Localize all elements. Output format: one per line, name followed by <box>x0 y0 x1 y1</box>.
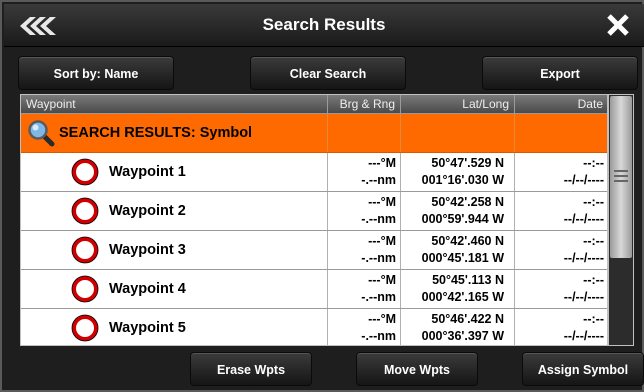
time: --:-- <box>583 273 604 287</box>
date-cell: --:-- --/--/---- <box>514 309 607 345</box>
date: --/--/---- <box>563 329 604 343</box>
date-cell: --:-- --/--/---- <box>514 153 607 191</box>
waypoint-name: Waypoint 2 <box>109 203 186 219</box>
results-table: Waypoint Brg & Rng Lat/Long Date SEARCH … <box>20 94 608 346</box>
date-cell: --:-- --/--/---- <box>514 270 607 308</box>
table-row[interactable]: Waypoint 2 ---°M -.--nm 50°42'.258 N 000°5… <box>21 192 607 231</box>
waypoint-name: Waypoint 3 <box>109 242 186 258</box>
longitude: 001°16'.030 W <box>421 173 504 187</box>
longitude: 000°42'.165 W <box>421 290 504 304</box>
waypoint-cell: Waypoint 2 <box>21 192 327 230</box>
lat-long-cell: 50°45'.113 N 000°42'.165 W <box>400 270 514 308</box>
group-row[interactable]: SEARCH RESULTS: Symbol <box>21 114 607 153</box>
erase-wpts-button[interactable]: Erase Wpts <box>190 352 312 386</box>
longitude: 000°59'.944 W <box>421 212 504 226</box>
lat-long-cell: 50°42'.258 N 000°59'.944 W <box>400 192 514 230</box>
grip-line <box>614 175 628 177</box>
waypoint-cell: Waypoint 5 <box>21 309 327 345</box>
lat-long-cell: 50°46'.422 N 000°36'.397 W <box>400 309 514 345</box>
table-row[interactable]: Waypoint 3 ---°M -.--nm 50°42'.460 N 000°4… <box>21 231 607 270</box>
range: -.--nm <box>361 290 396 304</box>
date-cell: --:-- --/--/---- <box>514 231 607 269</box>
close-icon[interactable] <box>606 13 630 37</box>
clear-search-button[interactable]: Clear Search <box>250 56 406 90</box>
column-lat-long[interactable]: Lat/Long <box>400 95 514 113</box>
bearing: ---°M <box>368 156 396 170</box>
waypoint-name: Waypoint 4 <box>109 281 186 297</box>
table-row[interactable]: Waypoint 1 ---°M -.--nm 50°47'.529 N 001°1… <box>21 153 607 192</box>
lat-long-cell: 50°42'.460 N 000°45'.181 W <box>400 231 514 269</box>
waypoint-name: Waypoint 1 <box>109 164 186 180</box>
longitude: 000°36'.397 W <box>421 329 504 343</box>
range: -.--nm <box>361 173 396 187</box>
scrollbar[interactable] <box>608 94 634 346</box>
table-row[interactable]: Waypoint 5 ---°M -.--nm 50°46'.422 N 000°3… <box>21 309 607 345</box>
table-row[interactable]: Waypoint 4 ---°M -.--nm 50°45'.113 N 000°4… <box>21 270 607 309</box>
bearing: ---°M <box>368 234 396 248</box>
table-header: Waypoint Brg & Rng Lat/Long Date <box>21 95 607 114</box>
brg-rng-cell: ---°M -.--nm <box>327 309 400 345</box>
column-brg-rng[interactable]: Brg & Rng <box>327 95 400 113</box>
latitude: 50°42'.460 N <box>431 234 504 248</box>
latitude: 50°42'.258 N <box>431 195 504 209</box>
group-label: SEARCH RESULTS: Symbol <box>59 125 253 141</box>
brg-rng-cell: ---°M -.--nm <box>327 231 400 269</box>
assign-symbol-button[interactable]: Assign Symbol <box>522 352 644 386</box>
time: --:-- <box>583 234 604 248</box>
waypoint-ring-icon <box>71 236 99 264</box>
lat-long-cell: 50°47'.529 N 001°16'.030 W <box>400 153 514 191</box>
group-cell-empty <box>400 114 514 152</box>
export-button[interactable]: Export <box>482 56 638 90</box>
magnifier-icon <box>28 120 55 147</box>
time: --:-- <box>583 156 604 170</box>
waypoint-ring-icon <box>71 275 99 303</box>
app-window: Search Results Sort by: Name Clear Searc… <box>0 0 644 392</box>
bearing: ---°M <box>368 273 396 287</box>
waypoint-cell: Waypoint 4 <box>21 270 327 308</box>
date: --/--/---- <box>563 173 604 187</box>
column-date[interactable]: Date <box>514 95 607 113</box>
brg-rng-cell: ---°M -.--nm <box>327 270 400 308</box>
waypoint-cell: Waypoint 1 <box>21 153 327 191</box>
longitude: 000°45'.181 W <box>421 251 504 265</box>
waypoint-ring-icon <box>71 314 99 342</box>
grip-line <box>614 170 628 172</box>
column-waypoint[interactable]: Waypoint <box>21 95 327 113</box>
bearing: ---°M <box>368 195 396 209</box>
date: --/--/---- <box>563 212 604 226</box>
scrollbar-thumb[interactable] <box>610 96 632 258</box>
group-cell: SEARCH RESULTS: Symbol <box>21 114 327 152</box>
waypoint-ring-icon <box>71 158 99 186</box>
group-cell-empty <box>514 114 607 152</box>
date: --/--/---- <box>563 290 604 304</box>
grip-line <box>614 180 628 182</box>
sort-by-button[interactable]: Sort by: Name <box>18 56 174 90</box>
waypoint-cell: Waypoint 3 <box>21 231 327 269</box>
latitude: 50°45'.113 N <box>432 273 504 287</box>
waypoint-name: Waypoint 5 <box>109 320 186 336</box>
brg-rng-cell: ---°M -.--nm <box>327 192 400 230</box>
range: -.--nm <box>361 329 396 343</box>
window-title: Search Results <box>262 15 386 34</box>
time: --:-- <box>583 312 604 326</box>
title-bar: Search Results <box>4 4 644 47</box>
date: --/--/---- <box>563 251 604 265</box>
brg-rng-cell: ---°M -.--nm <box>327 153 400 191</box>
action-bar: Erase Wpts Move Wpts Assign Symbol <box>4 348 644 392</box>
toolbar: Sort by: Name Clear Search Export <box>4 50 644 92</box>
time: --:-- <box>583 195 604 209</box>
waypoint-ring-icon <box>71 197 99 225</box>
table-body: SEARCH RESULTS: Symbol Waypoint 1 ---°M -… <box>21 114 607 345</box>
bearing: ---°M <box>368 312 396 326</box>
move-wpts-button[interactable]: Move Wpts <box>356 352 478 386</box>
date-cell: --:-- --/--/---- <box>514 192 607 230</box>
range: -.--nm <box>361 212 396 226</box>
latitude: 50°47'.529 N <box>431 156 504 170</box>
group-cell-empty <box>327 114 400 152</box>
range: -.--nm <box>361 251 396 265</box>
latitude: 50°46'.422 N <box>431 312 504 326</box>
